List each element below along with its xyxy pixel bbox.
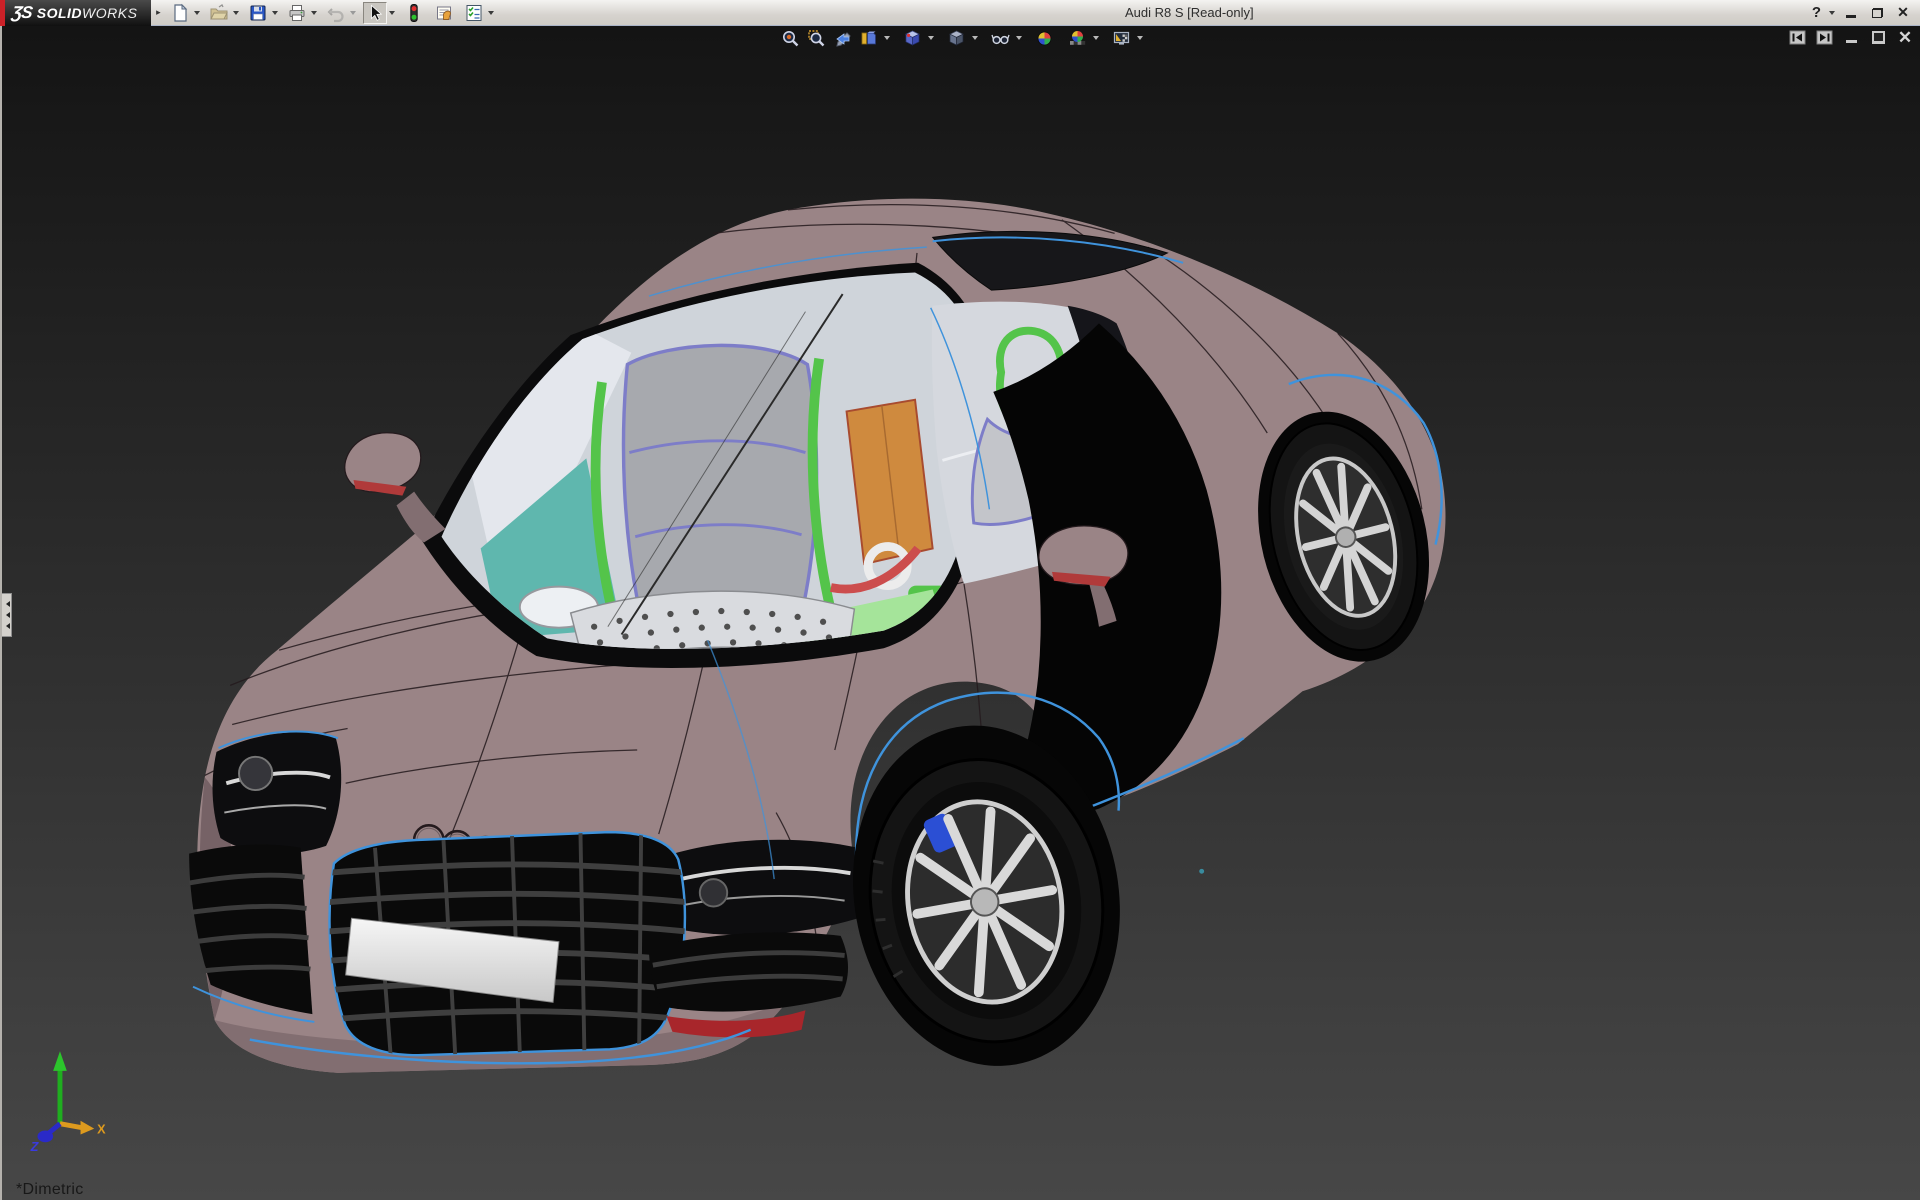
undo-button[interactable]	[324, 2, 348, 24]
logo-text-solid: SOLID	[37, 5, 82, 21]
viewport-close-button[interactable]: ✕	[1895, 28, 1915, 46]
dropdown-arrow-icon[interactable]	[882, 27, 891, 49]
toolbar-flyout-arrow-icon[interactable]: ▸	[152, 3, 164, 23]
dropdown-arrow-icon[interactable]	[486, 2, 495, 24]
apply-scene-button[interactable]	[1065, 27, 1089, 49]
minimize-button[interactable]	[1840, 3, 1862, 22]
print-button[interactable]	[285, 2, 309, 24]
titlebar: ƷS SOLIDWORKS ▸	[0, 0, 1920, 26]
hide-show-items-button[interactable]	[988, 27, 1012, 49]
model-canvas[interactable]: X Z	[2, 26, 1920, 1200]
open-button[interactable]	[207, 2, 231, 24]
display-style-cube-icon	[947, 29, 966, 48]
next-document-button[interactable]	[1814, 28, 1834, 46]
dropdown-arrow-icon	[348, 2, 357, 24]
zoom-to-fit-button[interactable]	[778, 27, 802, 49]
collapse-arrow-icon	[3, 612, 10, 618]
zoom-to-area-button[interactable]	[804, 27, 828, 49]
dropdown-arrow-icon[interactable]	[309, 2, 318, 24]
open-folder-icon	[209, 3, 229, 23]
left-side-mirror[interactable]	[345, 433, 446, 543]
save-floppy-icon	[248, 3, 268, 23]
heads-up-view-toolbar	[778, 27, 1144, 49]
left-headlight	[213, 732, 342, 853]
traffic-light-icon	[404, 3, 424, 23]
x-axis-arrow	[81, 1121, 95, 1135]
dropdown-arrow-icon[interactable]	[231, 2, 240, 24]
dropdown-arrow-icon[interactable]	[1014, 27, 1023, 49]
left-side-intake	[189, 844, 312, 1014]
comment-button[interactable]	[432, 2, 456, 24]
dropdown-arrow-icon[interactable]	[926, 27, 935, 49]
dropdown-arrow-icon[interactable]	[970, 27, 979, 49]
graphics-area[interactable]: X Z	[0, 26, 1920, 1200]
previous-view-icon	[833, 29, 852, 48]
feature-panel-collapse-tab[interactable]	[2, 593, 12, 637]
restore-button[interactable]	[1866, 3, 1888, 22]
window-controls: ? ✕	[1810, 0, 1914, 25]
orientation-triad[interactable]: X Z	[30, 1051, 107, 1154]
view-settings-button[interactable]	[1109, 27, 1133, 49]
dropdown-arrow-icon[interactable]	[192, 2, 201, 24]
car-model[interactable]	[189, 199, 1454, 1088]
viewport-minimize-button[interactable]	[1841, 28, 1861, 46]
view-orientation-cube-icon	[903, 29, 922, 48]
solidworks-logo-mark: ƷS	[11, 3, 34, 23]
solidworks-logo: ƷS SOLIDWORKS	[0, 0, 151, 26]
collapse-arrow-icon	[3, 601, 10, 607]
previous-document-button[interactable]	[1787, 28, 1807, 46]
z-axis-arrow	[37, 1131, 53, 1143]
undo-icon	[326, 3, 346, 23]
stray-vertex-point	[1199, 869, 1204, 874]
select-tool-button[interactable]	[363, 2, 387, 24]
section-view-icon	[859, 29, 878, 48]
y-axis-arrow	[53, 1051, 67, 1071]
z-axis-label: Z	[30, 1139, 40, 1154]
close-button[interactable]: ✕	[1892, 3, 1914, 22]
right-side-intake	[649, 932, 848, 1037]
new-document-button[interactable]	[168, 2, 192, 24]
save-button[interactable]	[246, 2, 270, 24]
solidworks-logo-text: SOLIDWORKS	[37, 5, 138, 21]
display-style-button[interactable]	[944, 27, 968, 49]
previous-view-button[interactable]	[830, 27, 854, 49]
view-orientation-label: *Dimetric	[16, 1181, 84, 1199]
logo-text-works: WORKS	[82, 5, 137, 21]
windshield[interactable]	[422, 263, 989, 668]
comment-hand-icon	[434, 3, 454, 23]
glasses-icon	[991, 29, 1010, 48]
apply-scene-icon	[1068, 29, 1087, 48]
edit-appearance-button[interactable]	[1032, 27, 1056, 49]
zoom-to-fit-icon	[781, 29, 800, 48]
dropdown-arrow-icon[interactable]	[1135, 27, 1144, 49]
dropdown-arrow-icon[interactable]	[1827, 2, 1836, 24]
dropdown-arrow-icon[interactable]	[1091, 27, 1100, 49]
view-settings-icon	[1112, 29, 1131, 48]
section-view-button[interactable]	[856, 27, 880, 49]
dropdown-arrow-icon[interactable]	[387, 2, 396, 24]
collapse-arrow-icon	[3, 623, 10, 629]
checklist-button[interactable]	[462, 2, 486, 24]
new-document-icon	[170, 3, 190, 23]
document-window-controls: ✕	[1787, 28, 1915, 46]
windshield-interior	[434, 265, 982, 667]
zoom-to-area-icon	[807, 29, 826, 48]
checklist-icon	[464, 3, 484, 23]
print-icon	[287, 3, 307, 23]
dropdown-arrow-icon[interactable]	[270, 2, 279, 24]
brand-red-stripe	[0, 0, 5, 26]
standard-toolbar	[168, 0, 495, 26]
previous-document-icon	[1789, 30, 1806, 45]
select-cursor-icon	[365, 3, 385, 23]
help-button[interactable]: ?	[1810, 4, 1823, 21]
x-axis-label: X	[97, 1121, 106, 1136]
next-document-icon	[1816, 30, 1833, 45]
view-orientation-button[interactable]	[900, 27, 924, 49]
window-title: Audi R8 S [Read-only]	[1125, 0, 1254, 25]
viewport-restore-button[interactable]	[1868, 28, 1888, 46]
appearance-ball-icon	[1035, 29, 1054, 48]
selection-filter-button[interactable]	[402, 2, 426, 24]
right-headlight	[656, 840, 866, 935]
